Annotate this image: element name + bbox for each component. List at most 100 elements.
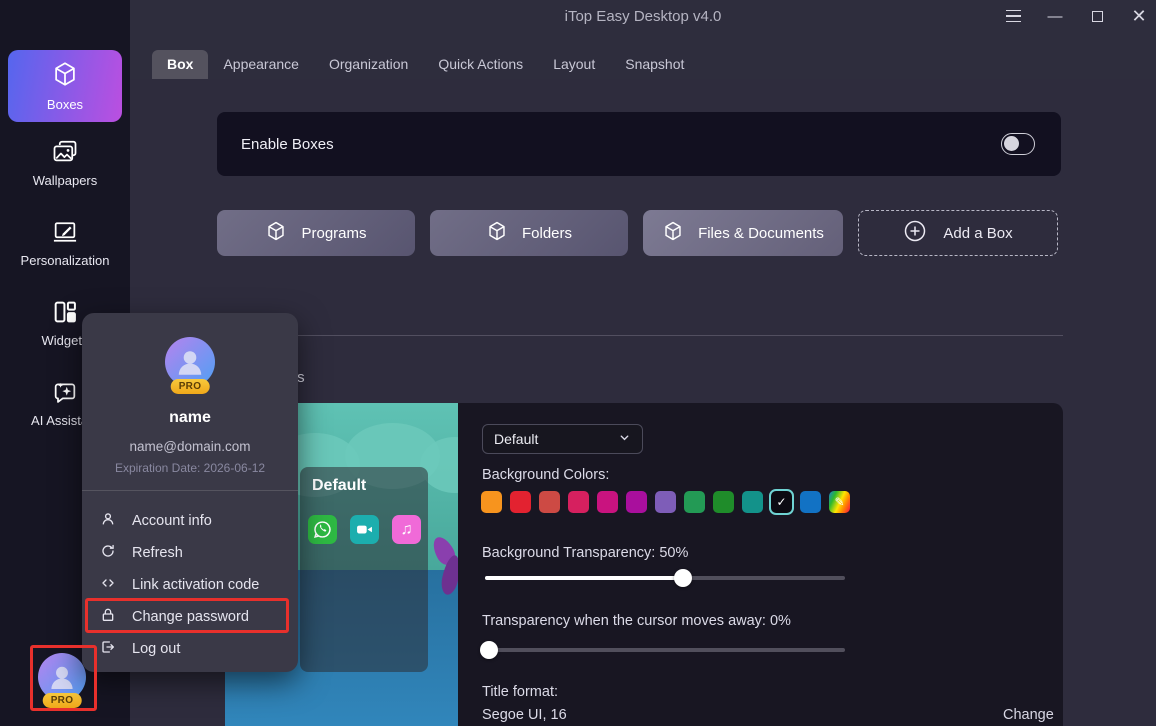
tab-appearance[interactable]: Appearance — [208, 50, 314, 79]
folders-box-button[interactable]: Folders — [430, 210, 628, 256]
menu-item-label: Log out — [132, 641, 180, 657]
add-box-label: Add a Box — [943, 225, 1012, 242]
pro-badge: PRO — [171, 379, 210, 394]
menu-item-label: Refresh — [132, 545, 183, 561]
annotation-highlight-account-avatar — [30, 645, 97, 711]
change-title-format-link[interactable]: Change — [1003, 707, 1054, 723]
tab-quick-actions[interactable]: Quick Actions — [423, 50, 538, 79]
color-swatch[interactable] — [539, 491, 560, 513]
color-swatch[interactable] — [510, 491, 531, 513]
maximize-icon[interactable] — [1088, 7, 1106, 25]
section-divider — [225, 335, 1063, 336]
menu-item-account-info[interactable]: Account info — [82, 505, 298, 537]
preview-box-title: Default — [300, 467, 428, 495]
cursor-transparency-label: Transparency when the cursor moves away:… — [482, 613, 791, 629]
title-format-label: Title format: — [482, 684, 558, 700]
color-swatch[interactable] — [800, 491, 821, 513]
logout-icon — [100, 639, 116, 659]
preview-app-icons: ♫ — [308, 515, 421, 544]
menu-item-label: Account info — [132, 513, 212, 529]
color-swatch[interactable] — [742, 491, 763, 513]
widgets-icon — [51, 298, 79, 326]
plus-circle-icon — [903, 219, 927, 247]
annotation-highlight-change-password — [85, 598, 289, 633]
wallpapers-icon — [51, 138, 79, 166]
window-controls: — ✕ — [1004, 0, 1148, 32]
bg-transparency-slider[interactable] — [485, 569, 845, 587]
slider-track[interactable] — [485, 648, 845, 652]
box-button-label: Folders — [522, 225, 572, 242]
ai-assistant-icon — [51, 378, 79, 406]
color-swatch[interactable] — [713, 491, 734, 513]
account-name: name — [82, 409, 298, 427]
sidebar-item-personalization[interactable]: Personalization — [0, 218, 130, 268]
color-swatch[interactable] — [568, 491, 589, 513]
menu-item-refresh[interactable]: Refresh — [82, 537, 298, 569]
personalization-icon — [51, 218, 79, 246]
slider-fill — [485, 576, 683, 580]
box-button-label: Programs — [301, 225, 366, 242]
popup-divider — [82, 490, 298, 491]
menu-item-label: Link activation code — [132, 577, 259, 593]
chevron-down-icon — [618, 431, 631, 447]
sidebar-item-label: Wallpapers — [33, 173, 98, 188]
slider-thumb[interactable] — [674, 569, 692, 587]
account-menu: Account info Refresh Link activation cod… — [82, 505, 298, 665]
custom-color-picker-swatch[interactable]: ✎ — [829, 491, 850, 513]
tab-box[interactable]: Box — [152, 50, 208, 79]
add-a-box-button[interactable]: Add a Box — [858, 210, 1058, 256]
box-select-value: Default — [494, 431, 538, 447]
title-bar: iTop Easy Desktop v4.0 — ✕ Box Appearanc… — [130, 0, 1156, 79]
enable-boxes-toggle[interactable] — [1001, 133, 1035, 155]
account-expiration: Expiration Date: 2026-06-12 — [82, 461, 298, 475]
box-button-row: Programs Folders Files & Documents Add a… — [217, 210, 1058, 256]
title-format-value: Segoe UI, 16 — [482, 707, 567, 723]
color-swatch[interactable] — [626, 491, 647, 513]
tab-bar: Box Appearance Organization Quick Action… — [152, 50, 699, 79]
menu-item-link-activation-code[interactable]: Link activation code — [82, 569, 298, 601]
sidebar-item-label: Boxes — [47, 97, 83, 112]
account-popup: PRO name name@domain.com Expiration Date… — [82, 313, 298, 672]
programs-box-button[interactable]: Programs — [217, 210, 415, 256]
box-settings-panel: Default ♫ Default Background Colors: — [225, 403, 1063, 726]
sidebar-item-label: Personalization — [21, 253, 110, 268]
files-documents-box-button[interactable]: Files & Documents — [643, 210, 843, 256]
refresh-icon — [100, 543, 116, 563]
box-select-dropdown[interactable]: Default — [482, 424, 643, 454]
menu-icon[interactable] — [1004, 7, 1022, 25]
color-swatch[interactable] — [655, 491, 676, 513]
tab-layout[interactable]: Layout — [538, 50, 610, 79]
video-call-icon — [350, 515, 379, 544]
account-email: name@domain.com — [82, 439, 298, 454]
cursor-transparency-slider[interactable] — [485, 641, 845, 659]
color-swatch[interactable] — [597, 491, 618, 513]
color-swatch[interactable] — [481, 491, 502, 513]
tab-organization[interactable]: Organization — [314, 50, 423, 79]
background-colors-label: Background Colors: — [482, 467, 609, 483]
sidebar-item-wallpapers[interactable]: Wallpapers — [0, 138, 130, 188]
pencil-icon: ✎ — [829, 491, 850, 513]
box-icon — [265, 220, 287, 246]
box-icon — [486, 220, 508, 246]
music-icon: ♫ — [392, 515, 421, 544]
preview-default-box: Default ♫ — [300, 467, 428, 672]
color-swatch-selected[interactable]: ✓ — [771, 491, 792, 513]
color-swatch[interactable] — [684, 491, 705, 513]
enable-boxes-card: Enable Boxes — [217, 112, 1061, 176]
minimize-icon[interactable]: — — [1046, 7, 1064, 25]
person-icon — [100, 511, 116, 531]
box-button-label: Files & Documents — [698, 225, 824, 242]
box-icon — [51, 60, 79, 91]
slider-thumb[interactable] — [480, 641, 498, 659]
sidebar-item-boxes[interactable]: Boxes — [8, 50, 122, 122]
tab-snapshot[interactable]: Snapshot — [610, 50, 699, 79]
close-icon[interactable]: ✕ — [1130, 7, 1148, 25]
box-icon — [662, 220, 684, 246]
whatsapp-icon — [308, 515, 337, 544]
enable-boxes-label: Enable Boxes — [241, 136, 1001, 153]
window-title: iTop Easy Desktop v4.0 — [130, 8, 1156, 25]
check-icon: ✓ — [776, 495, 786, 509]
menu-item-log-out[interactable]: Log out — [82, 633, 298, 665]
code-icon — [100, 575, 116, 595]
bg-transparency-label: Background Transparency: 50% — [482, 545, 688, 561]
